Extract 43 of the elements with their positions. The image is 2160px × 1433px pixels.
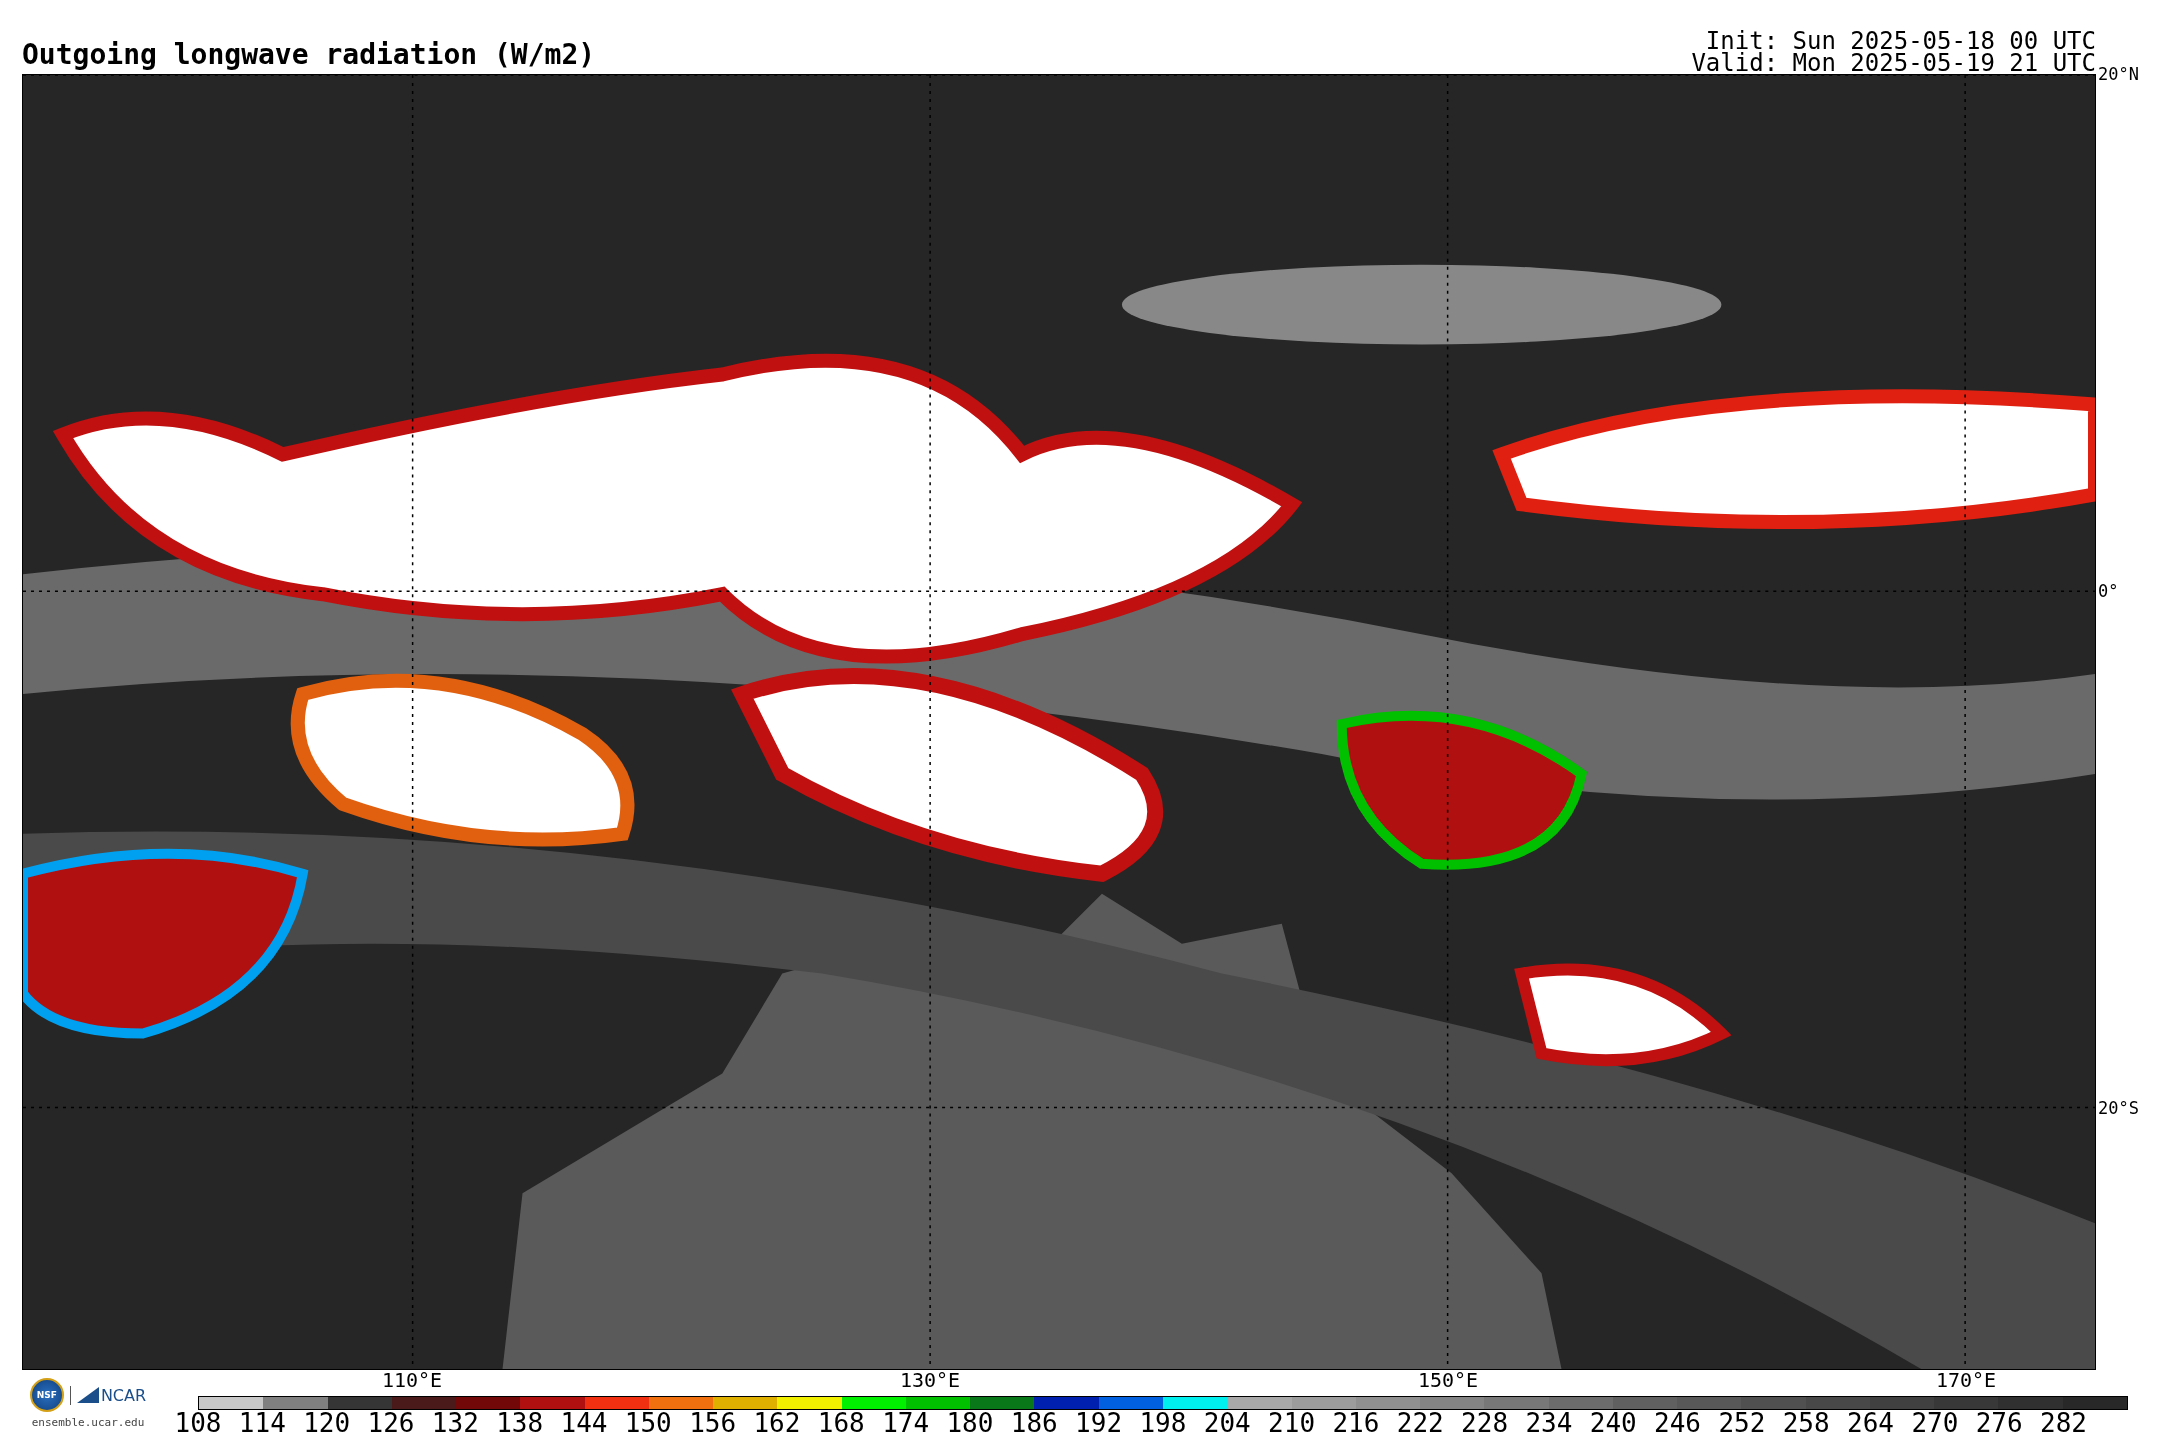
scale-label: 162 [753, 1410, 801, 1433]
scale-label: 174 [882, 1410, 930, 1433]
ncar-logo: NCAR [69, 1385, 147, 1405]
scale-label: 234 [1525, 1410, 1573, 1433]
scale-label: 240 [1589, 1410, 1637, 1433]
scale-label: 150 [624, 1410, 672, 1433]
latitude-label: 20°S [2098, 1099, 2139, 1117]
scale-label: 198 [1139, 1410, 1187, 1433]
scale-label: 282 [2040, 1410, 2087, 1433]
longitude-label: 110°E [381, 1370, 443, 1390]
latitude-label: 0° [2098, 582, 2119, 600]
scale-label: 270 [1911, 1410, 1959, 1433]
scale-label: 258 [1782, 1410, 1830, 1433]
run-info-text: Valid: Mon 2025-05-19 21 UTC [1691, 52, 2096, 74]
scale-label: 120 [303, 1410, 351, 1433]
latitude-label: 20°N [2098, 65, 2139, 83]
scale-label: 252 [1718, 1410, 1766, 1433]
scale-label: 216 [1332, 1410, 1380, 1433]
scale-label: 180 [946, 1410, 994, 1433]
scale-label: 114 [238, 1410, 286, 1433]
scale-label: 228 [1461, 1410, 1509, 1433]
scale-label: 126 [367, 1410, 415, 1433]
longitude-label: 170°E [1935, 1370, 1997, 1390]
scale-label: 168 [817, 1410, 865, 1433]
scale-label: 264 [1847, 1410, 1894, 1433]
scale-label: 246 [1654, 1410, 1702, 1433]
scale-label: 204 [1203, 1410, 1251, 1433]
scale-label: 192 [1075, 1410, 1123, 1433]
longitude-label: 130°E [899, 1370, 961, 1390]
scale-label: 222 [1396, 1410, 1444, 1433]
scale-label: 132 [431, 1410, 479, 1433]
scale-label: 186 [1010, 1410, 1058, 1433]
chart-title: Outgoing longwave radiation (W/m2) [22, 38, 596, 72]
scale-label: 156 [689, 1410, 737, 1433]
globe-logo: NSF [29, 1378, 64, 1412]
scale-label: 144 [560, 1410, 608, 1433]
scale-label: 276 [1975, 1410, 2023, 1433]
scale-label: 138 [496, 1410, 544, 1433]
run-info-text: Init: Sun 2025-05-18 00 UTC [1705, 30, 2096, 52]
scale-label: 210 [1268, 1410, 1316, 1433]
longitude-label: 150°E [1417, 1370, 1479, 1390]
scale-label: 108 [174, 1410, 222, 1433]
website-url: ensemble.ucar.edu [31, 1416, 145, 1429]
